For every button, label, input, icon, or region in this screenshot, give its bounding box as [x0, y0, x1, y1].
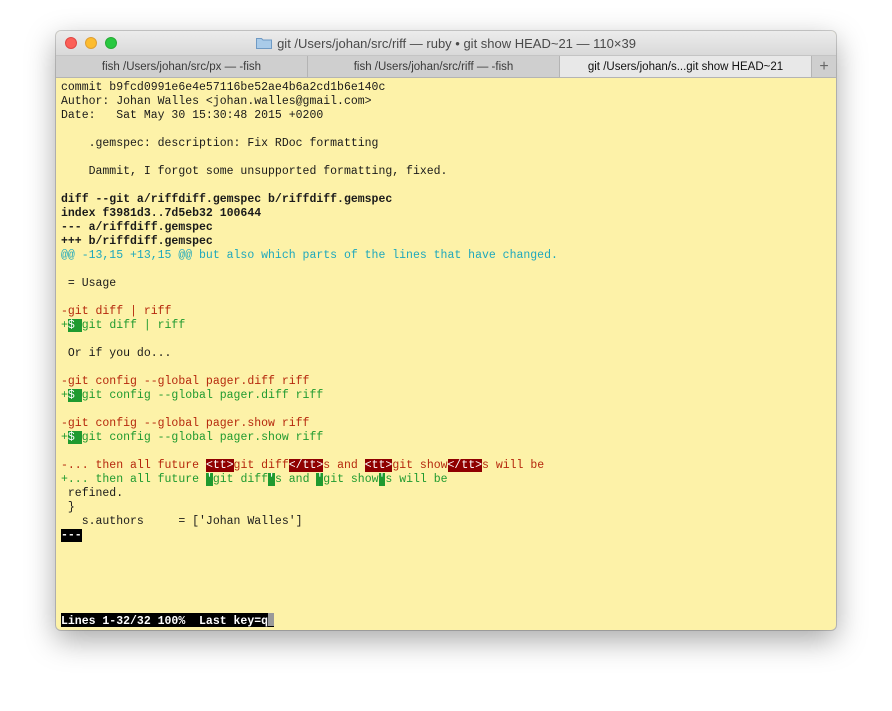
separator: ---: [61, 529, 82, 542]
added-text: git config --global pager.diff riff: [81, 389, 324, 402]
plus-icon: +: [819, 57, 829, 75]
diff-plus-file: +++ b/riffdiff.gemspec: [61, 235, 213, 248]
added-line: +$ git config --global pager.diff riff: [61, 389, 831, 403]
added-text: +... then all future: [61, 473, 206, 486]
author-line: Author: Johan Walles <johan.walles@gmail…: [61, 95, 372, 108]
added-text: git show: [323, 473, 379, 486]
tab-bar: fish /Users/johan/src/px — -fish fish /U…: [56, 56, 836, 78]
added-highlight: $: [67, 319, 82, 332]
added-text: s and: [274, 473, 317, 486]
diff-prefix: +: [61, 431, 68, 444]
terminal-window: git /Users/johan/src/riff — ruby • git s…: [56, 31, 836, 630]
removed-line: -git config --global pager.show riff: [61, 417, 310, 430]
added-line: +$ git config --global pager.show riff: [61, 431, 831, 445]
added-highlight: ': [205, 473, 213, 486]
commit-subject: .gemspec: description: Fix RDoc formatti…: [61, 137, 379, 150]
added-text: git diff | riff: [81, 319, 186, 332]
removed-text: s will be: [482, 459, 545, 472]
removed-line: -... then all future <tt>git diff</tt>s …: [61, 459, 831, 473]
context-line: s.authors = ['Johan Walles']: [61, 515, 303, 528]
tab-label: fish /Users/johan/src/riff — -fish: [353, 60, 514, 73]
tab-fish-px[interactable]: fish /Users/johan/src/px — -fish: [56, 56, 308, 77]
added-text: git diff: [212, 473, 269, 486]
removed-line: -git config --global pager.diff riff: [61, 375, 310, 388]
removed-line: -git diff | riff: [61, 305, 172, 318]
removed-text: s and: [323, 459, 365, 472]
diff-index: index f3981d3..7d5eb32 100644: [61, 207, 262, 220]
tab-label: git /Users/johan/s...git show HEAD~21: [587, 60, 784, 73]
removed-text: git show: [392, 459, 448, 472]
separator-line: ---: [61, 529, 831, 543]
window-title-area: git /Users/johan/src/riff — ruby • git s…: [56, 31, 836, 55]
window-title: git /Users/johan/src/riff — ruby • git s…: [277, 35, 636, 51]
title-bar: git /Users/johan/src/riff — ruby • git s…: [56, 31, 836, 56]
removed-text: -... then all future: [61, 459, 206, 472]
folder-icon: [256, 37, 273, 49]
added-line: +$ git diff | riff: [61, 319, 831, 333]
terminal-output[interactable]: commit b9fcd0991e6e4e57116be52ae4b6a2cd1…: [61, 81, 831, 630]
date-line: Date: Sat May 30 15:30:48 2015 +0200: [61, 109, 324, 122]
removed-highlight: </tt>: [288, 459, 324, 472]
commit-body: Dammit, I forgot some unsupported format…: [61, 165, 448, 178]
tab-label: fish /Users/johan/src/px — -fish: [101, 60, 262, 73]
added-line: +... then all future 'git diff's and 'gi…: [61, 473, 831, 487]
added-text: s will be: [385, 473, 448, 486]
removed-highlight: <tt>: [205, 459, 234, 472]
added-highlight: ': [268, 473, 275, 486]
diff-prefix: +: [61, 319, 68, 332]
tab-fish-riff[interactable]: fish /Users/johan/src/riff — -fish: [308, 56, 560, 77]
tab-git-show[interactable]: git /Users/johan/s...git show HEAD~21: [560, 56, 812, 77]
added-highlight: $: [67, 431, 82, 444]
context-line: }: [61, 501, 75, 514]
terminal-cursor: [268, 613, 275, 626]
commit-line: commit b9fcd0991e6e4e57116be52ae4b6a2cd1…: [61, 81, 386, 94]
pager-status-bar: Lines 1-32/32 100% Last key=q: [61, 613, 275, 628]
new-tab-button[interactable]: +: [812, 56, 836, 77]
removed-highlight: <tt>: [364, 459, 393, 472]
diff-minus-file: --- a/riffdiff.gemspec: [61, 221, 213, 234]
added-highlight: $: [67, 389, 82, 402]
context-line: refined.: [61, 487, 124, 500]
removed-highlight: </tt>: [447, 459, 483, 472]
diff-header: diff --git a/riffdiff.gemspec b/riffdiff…: [61, 193, 393, 206]
context-line: Or if you do...: [61, 347, 172, 360]
removed-text: git diff: [233, 459, 289, 472]
diff-prefix: +: [61, 389, 68, 402]
context-line: = Usage: [61, 277, 117, 290]
added-text: git config --global pager.show riff: [81, 431, 324, 444]
pager-status-text: Lines 1-32/32 100% Last key=q: [61, 615, 269, 628]
hunk-header: @@ -13,15 +13,15 @@ but also which parts…: [61, 249, 558, 262]
